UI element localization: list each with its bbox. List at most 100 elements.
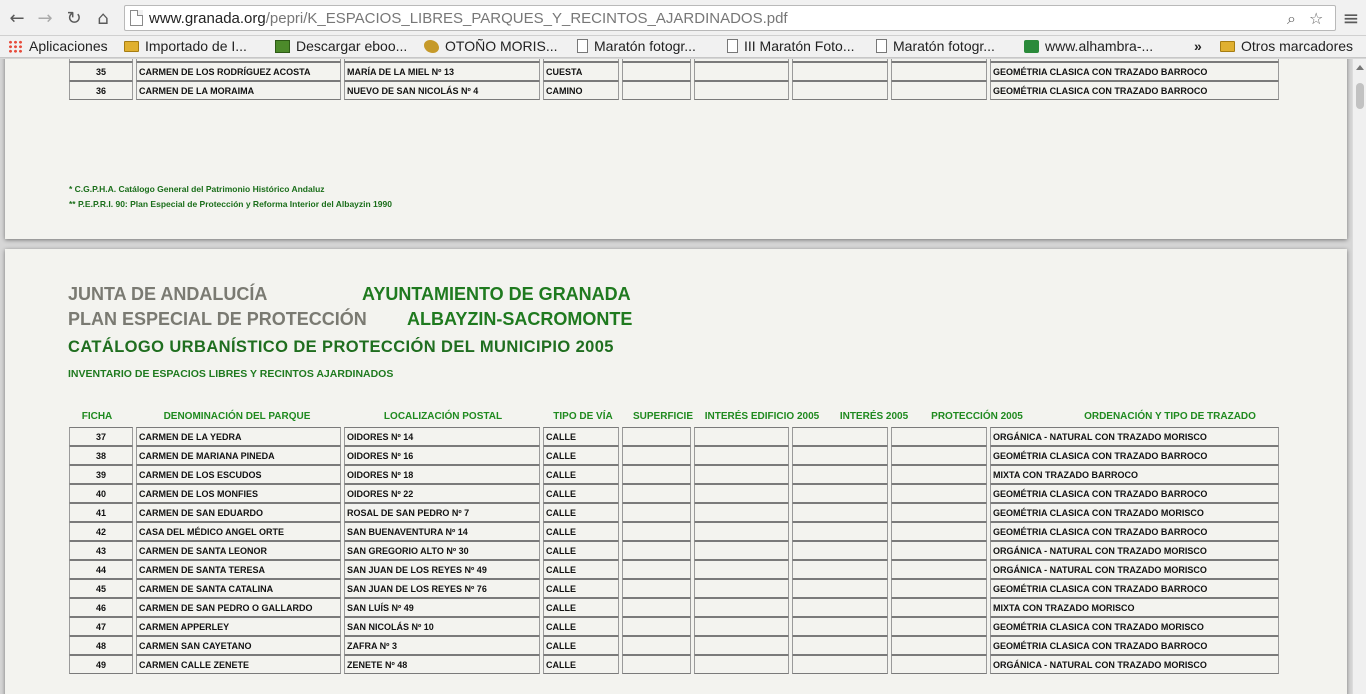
cell-superficie — [622, 62, 691, 81]
cell-interes-edificio — [694, 598, 789, 617]
junta-logo-icon — [1024, 39, 1039, 53]
cell-interes-edificio — [694, 484, 789, 503]
cell-superficie — [622, 503, 691, 522]
cell-localizacion: OIDORES Nº 16 — [344, 446, 540, 465]
cell-superficie — [622, 81, 691, 100]
table-row: 37 CARMEN DE LA YEDRA OIDORES Nº 14 CALLE OR… — [69, 427, 1279, 446]
table-row: 41 CARMEN DE SAN EDUARDO ROSAL DE SAN PEDR… — [69, 503, 1279, 522]
more-bookmarks-chevron[interactable]: » — [1194, 38, 1202, 54]
cell-interes — [792, 503, 888, 522]
cell-tipo-via: CALLE — [543, 446, 619, 465]
cell-tipo-via: CALLE — [543, 427, 619, 446]
reload-icon[interactable]: ↻ — [63, 7, 85, 29]
cell-localizacion: OIDORES Nº 14 — [344, 427, 540, 446]
cell-denominacion: CARMEN DE LA MORAIMA — [136, 81, 341, 100]
cell-ordenacion: GEOMÉTRIA CLASICA CON TRAZADO BARROCO — [990, 446, 1279, 465]
cell-localizacion: SAN NICOLÁS Nº 10 — [344, 617, 540, 636]
url-text: www.granada.org/pepri/K_ESPACIOS_LIBRES_… — [149, 10, 788, 27]
vertical-scrollbar[interactable] — [1352, 59, 1366, 694]
book-icon — [275, 39, 290, 53]
page-icon — [130, 10, 143, 26]
bookmark-label: Descargar eboo... — [296, 38, 408, 54]
bookmark-descargar[interactable]: Descargar eboo... — [275, 38, 407, 54]
star-icon[interactable]: ☆ — [1309, 9, 1323, 28]
cell-tipo-via: CAMINO — [543, 81, 619, 100]
table-row: 48 CARMEN SAN CAYETANO ZAFRA Nº 3 CALLE GEOM… — [69, 636, 1279, 655]
cell-denominacion: CARMEN DE LOS RODRÍGUEZ ACOSTA — [136, 62, 341, 81]
apps-grid-icon — [8, 39, 23, 53]
col-localizacion: LOCALIZACIÓN POSTAL — [383, 411, 503, 422]
table-row: 47 CARMEN APPERLEY SAN NICOLÁS Nº 10 CALLE G… — [69, 617, 1279, 636]
home-icon[interactable]: ⌂ — [92, 7, 114, 29]
address-bar[interactable]: www.granada.org/pepri/K_ESPACIOS_LIBRES_… — [124, 5, 1336, 31]
cell-ficha: 49 — [69, 655, 133, 674]
leaf-icon — [424, 39, 439, 53]
cell-denominacion: CARMEN DE SANTA TERESA — [136, 560, 341, 579]
menu-icon[interactable]: ≡ — [1340, 6, 1362, 30]
bookmark-maraton-2[interactable]: III Maratón Foto... — [727, 38, 855, 54]
scroll-up-arrow-icon[interactable] — [1356, 65, 1364, 70]
cell-localizacion: SAN JUAN DE LOS REYES Nº 49 — [344, 560, 540, 579]
bookmark-alhambra[interactable]: www.alhambra-... — [1024, 38, 1153, 54]
cell-tipo-via: CALLE — [543, 541, 619, 560]
cell-interes-edificio — [694, 541, 789, 560]
cell-localizacion: OIDORES Nº 22 — [344, 484, 540, 503]
cell-superficie — [622, 465, 691, 484]
cell-tipo-via: CALLE — [543, 655, 619, 674]
bookmark-apps[interactable]: Aplicaciones — [8, 38, 108, 54]
cell-interes — [792, 541, 888, 560]
cell-proteccion — [891, 655, 987, 674]
cell-interes — [792, 617, 888, 636]
cell-interes — [792, 579, 888, 598]
bookmark-label: Maratón fotogr... — [893, 38, 995, 54]
cell-proteccion — [891, 522, 987, 541]
footnote-pepri: ** P.E.P.R.I. 90: Plan Especial de Prote… — [69, 199, 392, 209]
cell-superficie — [622, 636, 691, 655]
cell-tipo-via: CALLE — [543, 484, 619, 503]
page-icon — [577, 39, 588, 53]
cell-ordenacion: ORGÁNICA - NATURAL CON TRAZADO MORISCO — [990, 560, 1279, 579]
cell-ficha: 47 — [69, 617, 133, 636]
cell-denominacion: CARMEN DE SAN PEDRO O GALLARDO — [136, 598, 341, 617]
cell-proteccion — [891, 446, 987, 465]
cell-tipo-via: CALLE — [543, 503, 619, 522]
cell-interes — [792, 560, 888, 579]
cell-proteccion — [891, 427, 987, 446]
bookmark-maraton-1[interactable]: Maratón fotogr... — [577, 38, 696, 54]
url-host: www.granada.org — [149, 10, 266, 27]
bookmark-label: Aplicaciones — [29, 38, 108, 54]
cell-interes-edificio — [694, 503, 789, 522]
col-ficha: FICHA — [81, 411, 113, 422]
cell-proteccion — [891, 541, 987, 560]
cell-interes-edificio — [694, 636, 789, 655]
bookmark-other[interactable]: Otros marcadores — [1220, 38, 1353, 54]
cell-interes — [792, 427, 888, 446]
cell-localizacion: MARÍA DE LA MIEL Nº 13 — [344, 62, 540, 81]
cell-superficie — [622, 484, 691, 503]
bookmark-otono[interactable]: OTOÑO MORIS... — [424, 38, 558, 54]
url-path: /pepri/K_ESPACIOS_LIBRES_PARQUES_Y_RECIN… — [265, 10, 788, 27]
cell-proteccion — [891, 81, 987, 100]
cell-ordenacion: GEOMÉTRIA CLASICA CON TRAZADO BARROCO — [990, 522, 1279, 541]
cell-localizacion: ZAFRA Nº 3 — [344, 636, 540, 655]
pdf-viewer[interactable]: 34CARMEN DEL PILARLARGA DE SAN CRISTOBAL… — [0, 59, 1352, 694]
cell-proteccion — [891, 636, 987, 655]
zoom-icon[interactable]: ⌕ — [1287, 9, 1296, 29]
table-row: 40 CARMEN DE LOS MONFIES OIDORES Nº 22 CALL… — [69, 484, 1279, 503]
back-arrow-icon[interactable]: ← — [6, 7, 28, 29]
forward-arrow-icon[interactable]: → — [34, 7, 56, 29]
cell-localizacion: OIDORES Nº 18 — [344, 465, 540, 484]
cell-ordenacion: ORGÁNICA - NATURAL CON TRAZADO MORISCO — [990, 427, 1279, 446]
cell-tipo-via: CALLE — [543, 579, 619, 598]
cell-ordenacion: GEOMÉTRIA CLASICA CON TRAZADO BARROCO — [990, 636, 1279, 655]
scroll-thumb[interactable] — [1356, 83, 1364, 109]
cell-ficha: 35 — [69, 62, 133, 81]
folder-icon — [1220, 40, 1235, 52]
bookmark-maraton-3[interactable]: Maratón fotogr... — [876, 38, 995, 54]
bookmark-folder-importado[interactable]: Importado de I... — [124, 38, 247, 54]
cell-localizacion: SAN GREGORIO ALTO Nº 30 — [344, 541, 540, 560]
table-row: 45 CARMEN DE SANTA CATALINA SAN JUAN DE LO… — [69, 579, 1279, 598]
pdf-page-previous: 34CARMEN DEL PILARLARGA DE SAN CRISTOBAL… — [5, 59, 1347, 239]
cell-interes-edificio — [694, 522, 789, 541]
cell-tipo-via: CALLE — [543, 465, 619, 484]
